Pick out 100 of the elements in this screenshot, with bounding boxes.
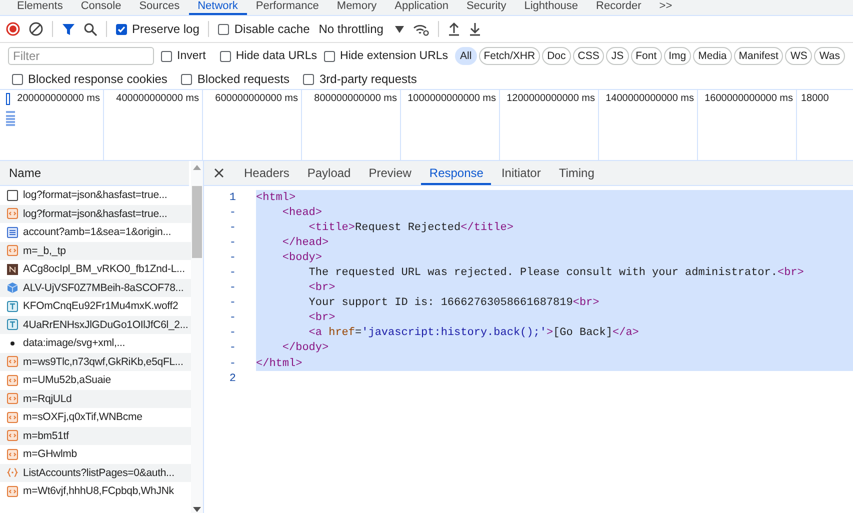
checkbox[interactable]: Preserve log	[116, 22, 200, 36]
type-filter-button[interactable]: Media	[693, 47, 732, 65]
panel-tab[interactable]: Application	[386, 0, 458, 15]
request-row[interactable]: ListAccounts?listPages=0&auth...	[0, 464, 191, 482]
request-row[interactable]: log?format=json&hasfast=true...	[0, 186, 191, 204]
more-tabs-button[interactable]: >>	[650, 0, 682, 15]
close-icon[interactable]	[214, 168, 224, 178]
download-icon[interactable]	[469, 22, 482, 36]
time-tick-label: 600000000000 ms	[215, 93, 298, 104]
code-line: <body>	[281, 252, 322, 264]
line-number: -	[228, 342, 237, 354]
font-file-icon	[7, 300, 18, 312]
script-file-icon	[7, 430, 18, 442]
request-row[interactable]: 4UaRrENHsxJlGDuGo1OIlJfC6l_2...	[0, 316, 191, 334]
line-number: 1	[228, 192, 237, 204]
panel-tab[interactable]: Elements	[8, 0, 72, 15]
checkbox[interactable]: Blocked response cookies	[12, 72, 168, 86]
line-number: -	[228, 206, 237, 219]
overview-handle-icon[interactable]	[6, 93, 10, 105]
line-number: -	[228, 236, 237, 249]
code-line: Your support ID is: 16662763058661687819<br>	[308, 297, 600, 310]
scrollbar-thumb[interactable]	[192, 186, 202, 258]
checkbox[interactable]: Hide extension URLs	[324, 50, 448, 62]
record-icon[interactable]	[6, 22, 20, 36]
line-number: -	[228, 297, 237, 310]
code-line: The requested URL was rejected. Please consult with your administrator.<br>	[308, 267, 804, 280]
type-filter-button[interactable]: JS	[606, 47, 629, 65]
time-tick-label: 1000000000000 ms	[408, 93, 496, 104]
filter-field[interactable]: Filter	[8, 47, 154, 65]
code-line: </html>	[256, 358, 302, 370]
line-number: -	[228, 312, 237, 324]
name-column-header[interactable]: Name	[0, 161, 189, 186]
type-filter-button[interactable]: CSS	[572, 47, 604, 65]
script-file-icon	[7, 412, 18, 423]
detail-tab[interactable]: Headers	[236, 161, 298, 185]
network-conditions-icon[interactable]	[413, 22, 430, 36]
type-filter-button[interactable]: Fetch/XHR	[478, 47, 540, 65]
detail-tab[interactable]: Preview	[360, 161, 420, 185]
request-row[interactable]: account?amb=1&sea=1&origin...	[0, 223, 191, 242]
cube-icon	[7, 282, 18, 294]
search-icon[interactable]	[84, 22, 97, 36]
code-line: <a href='javascript:history.back();'>[Go Back]</a>	[308, 327, 639, 340]
checkbox[interactable]: Disable cache	[218, 22, 310, 36]
detail-tab[interactable]: Initiator	[493, 161, 549, 185]
panel-tab[interactable]: Console	[72, 0, 130, 15]
line-number: -	[228, 252, 237, 264]
request-row[interactable]: m=sOXFj,q0xTif,WNBcme	[0, 408, 191, 426]
type-filter-button[interactable]: Manifest	[734, 47, 784, 65]
code-line: <html>	[256, 192, 296, 204]
detail-tab[interactable]: Timing	[550, 161, 602, 185]
request-row[interactable]: ACg8ocIpl_BM_vRKO0_fb1Znd-L...	[0, 260, 191, 278]
request-row[interactable]: data:image/svg+xml,...	[0, 334, 191, 352]
code-line: <br>	[308, 282, 336, 294]
request-row[interactable]: ALV-UjVSF0Z7MBeih-8aSCOF78...	[0, 278, 191, 297]
checkbox[interactable]: Invert	[161, 50, 206, 62]
line-number: -	[228, 267, 237, 280]
panel-tab[interactable]: Memory	[328, 0, 386, 15]
type-filter-button[interactable]: Img	[664, 47, 692, 65]
panel-tab[interactable]: Lighthouse	[515, 0, 588, 15]
type-filter-button[interactable]: Font	[630, 47, 662, 65]
request-row[interactable]: KFOmCnqEu92Fr1Mu4mxK.woff2	[0, 297, 191, 316]
script-file-icon	[7, 208, 18, 220]
request-row[interactable]: m=UMu52b,aSuaie	[0, 371, 191, 390]
type-filter-button[interactable]: All	[455, 47, 477, 65]
script-file-icon	[7, 486, 18, 497]
checkbox[interactable]: Hide data URLs	[220, 50, 318, 62]
type-filter-button[interactable]: Doc	[542, 47, 571, 65]
code-line: </body>	[281, 342, 329, 354]
request-row[interactable]: m=RqjULd	[0, 390, 191, 408]
clear-icon[interactable]	[29, 22, 43, 36]
request-row[interactable]: m=Wt6vjf,hhhU8,FCpbqb,WhJNk	[0, 482, 191, 500]
font-file-icon	[7, 319, 18, 330]
upload-icon[interactable]	[448, 22, 460, 36]
image-file-icon	[7, 264, 18, 275]
panel-tab[interactable]: Security	[457, 0, 516, 15]
request-row[interactable]: m=GHwlmb	[0, 445, 191, 464]
throttling-dropdown[interactable]: No throttling	[318, 22, 404, 36]
code-line: <br>	[308, 312, 336, 324]
checkbox[interactable]: Blocked requests	[181, 72, 290, 86]
filter-icon[interactable]	[62, 22, 75, 36]
time-tick-label: 1600000000000 ms	[704, 93, 793, 104]
request-row[interactable]: m=ws9Tlc,n73qwf,GkRiKb,e5qFL...	[0, 352, 191, 371]
checkbox[interactable]: 3rd-party requests	[303, 72, 417, 86]
type-filter-button[interactable]: WS	[785, 47, 812, 65]
panel-tab[interactable]: Sources	[130, 0, 189, 15]
detail-tab[interactable]: Response	[421, 161, 492, 185]
type-filter-button[interactable]: Was	[814, 47, 845, 65]
time-tick-label: 18000	[801, 93, 829, 104]
panel-tab[interactable]: Network	[188, 0, 247, 15]
line-number: -	[228, 358, 237, 370]
code-line: <head>	[281, 206, 322, 219]
script-file-icon	[7, 393, 18, 404]
request-row[interactable]: log?format=json&hasfast=true...	[0, 204, 191, 223]
scrollbar[interactable]	[191, 161, 203, 513]
detail-tab[interactable]: Payload	[299, 161, 359, 185]
panel-tab[interactable]: Performance	[246, 0, 328, 15]
scroll-down-icon[interactable]	[193, 507, 201, 512]
request-row[interactable]: m=_b,_tp	[0, 242, 191, 260]
panel-tab[interactable]: Recorder	[587, 0, 650, 15]
request-row[interactable]: m=bm51tf	[0, 426, 191, 445]
